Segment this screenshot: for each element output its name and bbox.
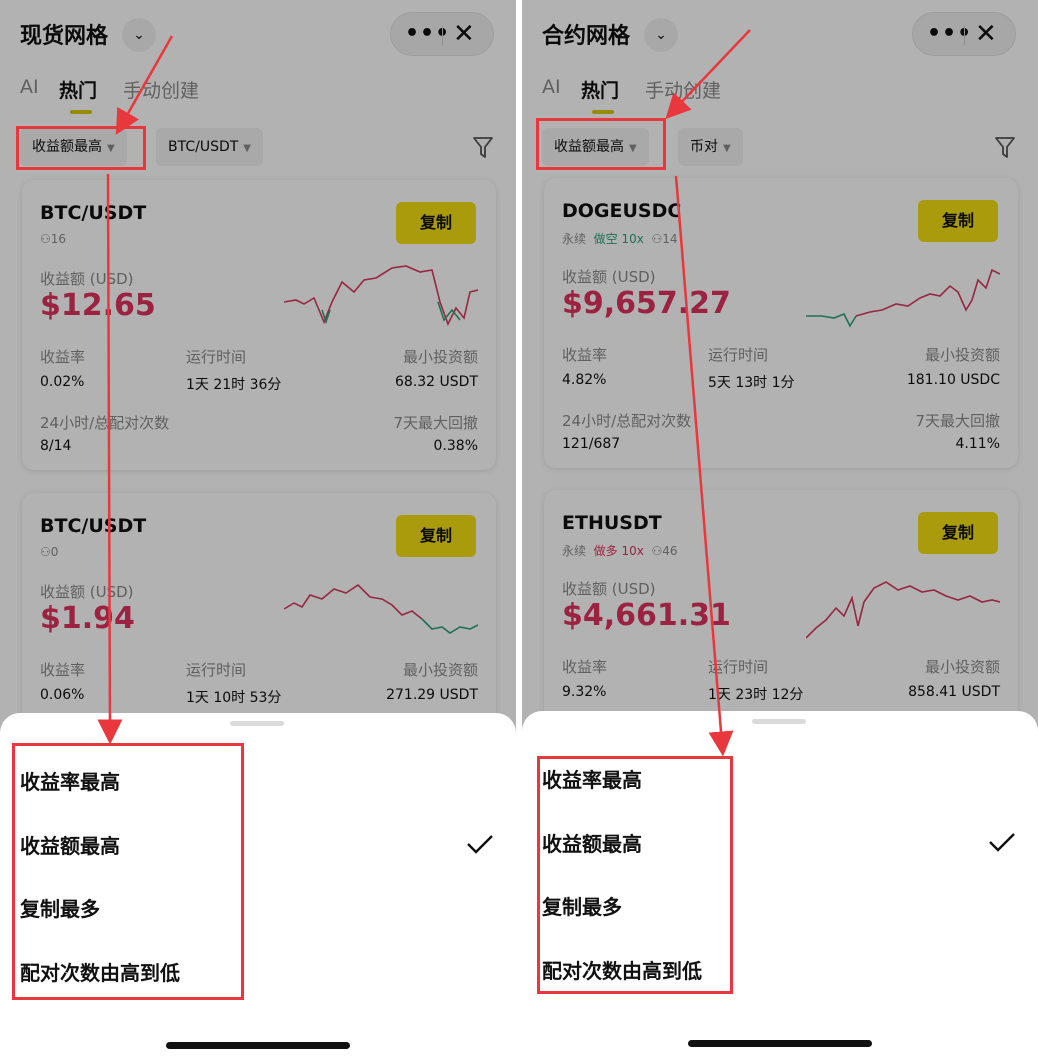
annotation-box	[537, 756, 733, 994]
spot-grid-panel: 现货网格 ⌄ ••• ✕ AI 热门 手动创建 收益额最高 ▼ BTC/USDT ▼…	[0, 0, 516, 1060]
home-indicator	[688, 1040, 872, 1047]
sheet-handle[interactable]	[752, 719, 806, 724]
futures-grid-panel: 合约网格 ⌄ ••• ✕ AI 热门 手动创建 收益额最高 ▼ 币对 ▼ DOGEU…	[522, 0, 1038, 1060]
sheet-handle[interactable]	[230, 721, 284, 726]
home-indicator	[166, 1042, 350, 1049]
annotation-box	[536, 118, 666, 170]
checkmark-icon	[989, 833, 1015, 852]
checkmark-icon	[467, 835, 493, 854]
annotation-box	[12, 743, 244, 1000]
annotation-box	[16, 126, 146, 170]
